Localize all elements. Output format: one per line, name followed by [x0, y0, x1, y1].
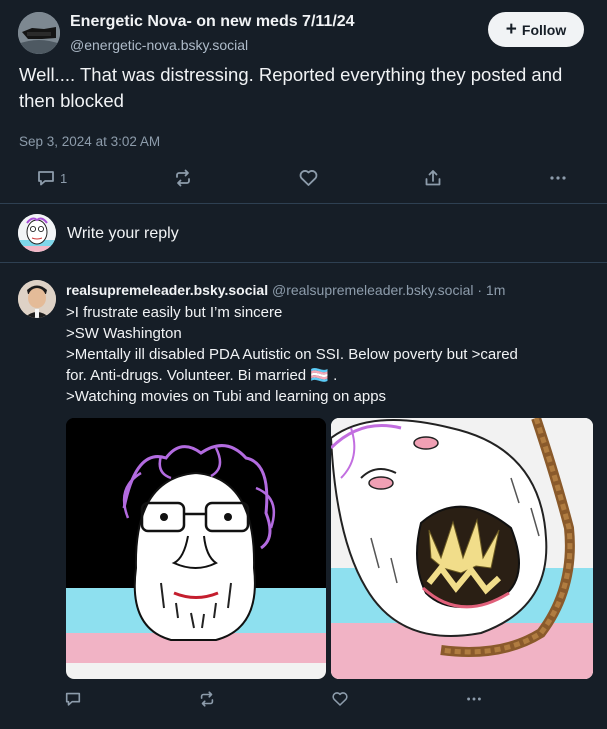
current-user-avatar: [18, 214, 56, 252]
main-post: Energetic Nova- on new meds 7/11/24 @ene…: [0, 0, 607, 204]
post-actions: 1: [0, 164, 607, 192]
reply-line: >Watching movies on Tubi and learning on…: [66, 388, 387, 405]
reply-line: >I frustrate easily but I’m sincere: [66, 304, 283, 321]
reply-icon: [38, 171, 54, 186]
share-button[interactable]: [423, 164, 443, 192]
reply-button[interactable]: 1: [36, 164, 67, 192]
more-icon: [550, 176, 566, 180]
reply-more-options-button[interactable]: [465, 686, 483, 712]
reply-compose[interactable]: Write your reply: [0, 205, 607, 263]
reply-image-1[interactable]: [66, 418, 326, 679]
repost-icon: [176, 169, 190, 187]
reply-line: >Mentally ill disabled PDA Autistic on S…: [66, 346, 518, 363]
reply-image-2[interactable]: [331, 418, 593, 679]
more-options-button[interactable]: [548, 164, 568, 192]
reply-author-name[interactable]: realsupremeleader.bsky.social: [66, 282, 268, 298]
like-button[interactable]: [298, 164, 319, 192]
author-display-name[interactable]: Energetic Nova- on new meds 7/11/24: [70, 13, 355, 31]
repost-icon: [200, 691, 214, 707]
like-icon: [332, 692, 348, 706]
trans-flag-emoji: 🏳️‍⚧️ .: [310, 367, 338, 384]
share-icon: [425, 170, 441, 186]
follow-label: Follow: [521, 21, 567, 38]
plus-icon: +: [505, 19, 517, 40]
author-handle[interactable]: @energetic-nova.bsky.social: [70, 37, 248, 53]
like-icon: [299, 170, 318, 186]
reply-line-text: for. Anti-drugs. Volunteer. Bi married: [66, 367, 307, 384]
reply-author-meta[interactable]: @realsupremeleader.bsky.social · 1m: [272, 282, 505, 298]
more-icon: [467, 697, 481, 701]
reply-text: >I frustrate easily but I’m sincere >SW …: [66, 302, 594, 407]
reply-post: realsupremeleader.bsky.social @realsupre…: [0, 264, 607, 729]
reply-header: realsupremeleader.bsky.social @realsupre…: [66, 282, 505, 298]
reply-actions: [0, 686, 607, 712]
reply-count: 1: [60, 170, 68, 186]
reply-reply-button[interactable]: [64, 686, 82, 712]
reply-like-button[interactable]: [331, 686, 349, 712]
reply-line: for. Anti-drugs. Volunteer. Bi married 🏳…: [66, 365, 594, 386]
author-avatar[interactable]: [18, 12, 60, 54]
post-text: Well.... That was distressing. Reported …: [19, 64, 563, 111]
reply-repost-button[interactable]: [198, 686, 216, 712]
follow-button[interactable]: + Follow: [488, 12, 584, 47]
reply-line: >SW Washington: [66, 325, 182, 342]
reply-author-avatar[interactable]: [18, 280, 56, 318]
post-timestamp[interactable]: Sep 3, 2024 at 3:02 AM: [19, 134, 160, 149]
repost-button[interactable]: [173, 164, 193, 192]
reply-placeholder[interactable]: Write your reply: [67, 225, 179, 243]
reply-icon: [65, 692, 81, 706]
